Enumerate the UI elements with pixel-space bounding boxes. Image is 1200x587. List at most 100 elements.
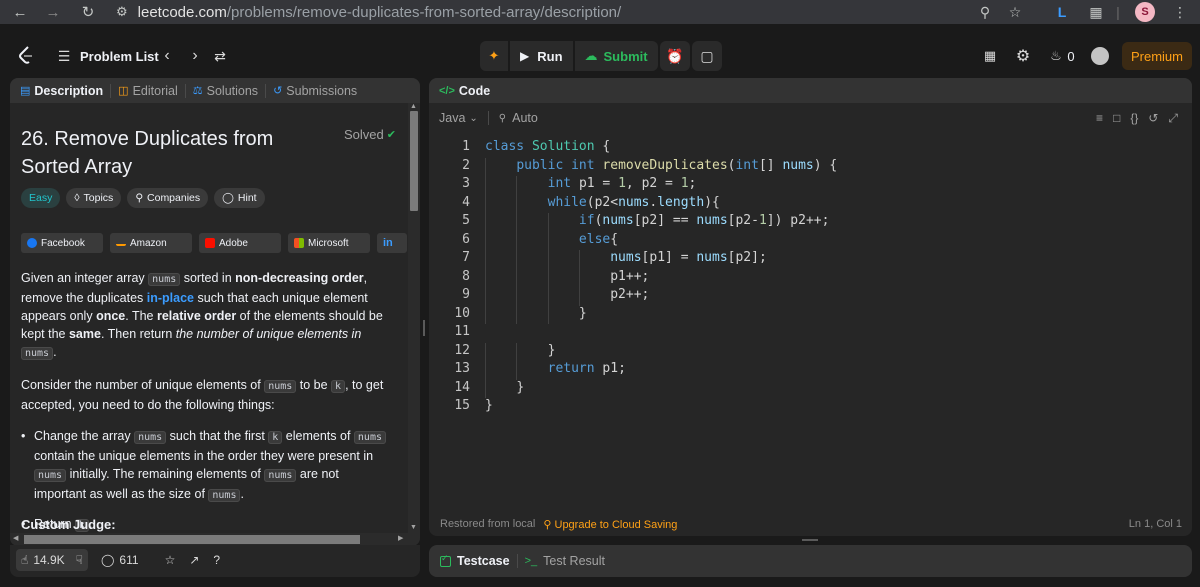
braces-icon[interactable]: {} <box>1130 111 1138 126</box>
browser-menu-icon[interactable]: ⋮ <box>1172 0 1188 24</box>
dislike-icon[interactable]: ☟ <box>76 553 83 567</box>
code-token: Solution <box>531 139 595 154</box>
code-line[interactable]: 10 } <box>429 305 1192 324</box>
hint-button[interactable]: ◯ Hint <box>214 188 265 208</box>
code-line[interactable]: 14 } <box>429 379 1192 398</box>
problem-list-link[interactable]: Problem List <box>80 46 159 66</box>
comments-button[interactable]: ◯ 611 <box>96 549 144 571</box>
settings-gear-icon[interactable]: ⚙ <box>1013 46 1033 66</box>
like-button[interactable]: ☝ 14.9K ☟ <box>16 549 88 571</box>
company-adobe[interactable]: Adobe <box>199 233 281 253</box>
topics-button[interactable]: ◊ Topics <box>66 188 122 208</box>
scroll-down-arrow-icon[interactable]: ▼ <box>410 524 417 531</box>
upgrade-cloud-link[interactable]: ⚲ Upgrade to Cloud Saving <box>543 518 677 531</box>
address-bar[interactable]: ⚙ leetcode.com/problems/remove-duplicate… <box>110 0 1040 24</box>
tab-editorial[interactable]: ◫ Editorial <box>118 84 178 98</box>
prev-problem-chevron-icon[interactable]: ‹ <box>160 45 174 67</box>
tab-submissions[interactable]: ↺ Submissions <box>273 84 357 98</box>
reset-icon[interactable]: ↺ <box>1148 111 1158 126</box>
code-line[interactable]: 9 p2++; <box>429 287 1192 306</box>
leetcode-logo-icon[interactable] <box>15 44 37 66</box>
code-token: ) <box>813 157 822 173</box>
code-text: p1++; <box>485 268 650 287</box>
code-line[interactable]: 12 } <box>429 342 1192 361</box>
companies-button[interactable]: ⚲ Companies <box>127 188 209 208</box>
forward-arrow-icon[interactable]: → <box>38 0 68 24</box>
in-place-link[interactable]: in-place <box>147 291 194 305</box>
company-microsoft[interactable]: Microsoft <box>288 233 370 253</box>
code-line[interactable]: 15} <box>429 398 1192 417</box>
tab-code[interactable]: </> Code <box>439 84 490 98</box>
code-line[interactable]: 5 if(nums[p2] == nums[p2-1]) p2++; <box>429 213 1192 232</box>
leetcode-extension-icon[interactable]: L <box>1055 0 1069 24</box>
solved-label: Solved <box>344 127 384 142</box>
debug-button[interactable]: ✦ <box>480 41 508 71</box>
code-editor[interactable]: 1 class Solution {2 public int removeDupl… <box>429 139 1192 417</box>
shuffle-icon[interactable]: ⇄ <box>210 45 230 67</box>
submit-button[interactable]: ☁ Submit <box>574 41 658 71</box>
back-arrow-icon[interactable]: ← <box>5 0 35 24</box>
panel-resize-handle[interactable] <box>423 320 425 336</box>
problem-list-icon[interactable]: ☰ <box>56 46 72 66</box>
code-line[interactable]: 7 nums[p1] = nums[p2]; <box>429 250 1192 269</box>
code-token: [ <box>758 157 767 173</box>
share-button[interactable]: ↗ <box>184 549 204 571</box>
description-content: 26. Remove Duplicates from Sorted Array … <box>10 103 408 533</box>
tab-description[interactable]: ▤ Description <box>20 84 103 98</box>
tab-testcase[interactable]: Testcase <box>440 553 510 568</box>
notes-icon[interactable]: ▢ <box>692 41 722 71</box>
tab-test-result[interactable]: >_ Test Result <box>525 554 605 568</box>
streak-flame-icon[interactable]: ♨ <box>1046 46 1066 66</box>
site-info-icon[interactable]: ⚙ <box>116 4 128 20</box>
code-token: p2 <box>641 213 658 228</box>
scrollbar-thumb[interactable] <box>24 535 360 544</box>
code-token: ; <box>641 268 650 284</box>
code-line[interactable]: 13 return p1; <box>429 361 1192 380</box>
expand-icon[interactable]: ⤢ <box>1168 111 1178 126</box>
auto-mode-label[interactable]: Auto <box>512 111 538 125</box>
run-button[interactable]: ▶ Run <box>510 41 573 71</box>
code-line[interactable]: 11 <box>429 324 1192 343</box>
bold-text: relative order <box>156 309 237 323</box>
next-problem-chevron-icon[interactable]: › <box>188 45 202 67</box>
company-facebook[interactable]: Facebook <box>21 233 103 253</box>
scroll-left-arrow-icon[interactable]: ◀ <box>13 534 18 542</box>
user-avatar[interactable] <box>1091 47 1109 65</box>
code-text: p2++; <box>485 287 649 306</box>
help-button[interactable]: ? <box>208 549 225 571</box>
vertical-scrollbar[interactable]: ▲ ▼ <box>408 103 420 533</box>
text: Consider the number of unique elements o… <box>21 378 265 392</box>
horizontal-resize-handle[interactable] <box>802 539 818 541</box>
premium-button[interactable]: Premium <box>1122 42 1192 70</box>
code-line[interactable]: 2 public int removeDuplicates(int[] nums… <box>429 157 1192 176</box>
scroll-right-arrow-icon[interactable]: ▶ <box>398 534 403 542</box>
reload-icon[interactable]: ↻ <box>73 0 103 24</box>
company-linkedin[interactable]: in <box>377 233 407 253</box>
profile-avatar[interactable]: S <box>1135 2 1155 22</box>
browser-toolbar: ← → ↻ ⚙ leetcode.com/problems/remove-dup… <box>0 0 1200 24</box>
bookmark-icon[interactable]: □ <box>1113 111 1120 126</box>
code-line[interactable]: 8 p1++; <box>429 268 1192 287</box>
company-label: Microsoft <box>308 237 349 249</box>
code-text: class Solution { <box>485 139 610 158</box>
bookmark-star-icon[interactable]: ☆ <box>1005 0 1025 24</box>
code-line[interactable]: 1 class Solution { <box>429 139 1192 158</box>
timer-icon[interactable]: ⏰ <box>660 41 690 71</box>
scrollbar-thumb[interactable] <box>410 111 418 211</box>
company-amazon[interactable]: Amazon <box>110 233 192 253</box>
layout-grid-icon[interactable]: ▦ <box>980 46 1000 66</box>
problem-title[interactable]: 26. Remove Duplicates from Sorted Array <box>21 125 321 181</box>
tab-solutions[interactable]: ⚖ Solutions <box>193 84 258 98</box>
language-select[interactable]: Java ⌄ <box>439 111 478 125</box>
code-text: while(p2<nums.length){ <box>485 194 720 213</box>
code-line[interactable]: 4 while(p2<nums.length){ <box>429 194 1192 213</box>
favorite-button[interactable]: ☆ <box>160 549 181 571</box>
zoom-icon[interactable]: ⚲ <box>975 0 995 24</box>
code-line[interactable]: 6 else{ <box>429 231 1192 250</box>
format-icon[interactable]: ≡ <box>1096 111 1103 126</box>
extensions-puzzle-icon[interactable]: ▦ <box>1086 0 1106 24</box>
code-token: ) <box>704 194 713 210</box>
code-line[interactable]: 3 int p1 = 1, p2 = 1; <box>429 176 1192 195</box>
scroll-up-arrow-icon[interactable]: ▲ <box>410 103 417 110</box>
